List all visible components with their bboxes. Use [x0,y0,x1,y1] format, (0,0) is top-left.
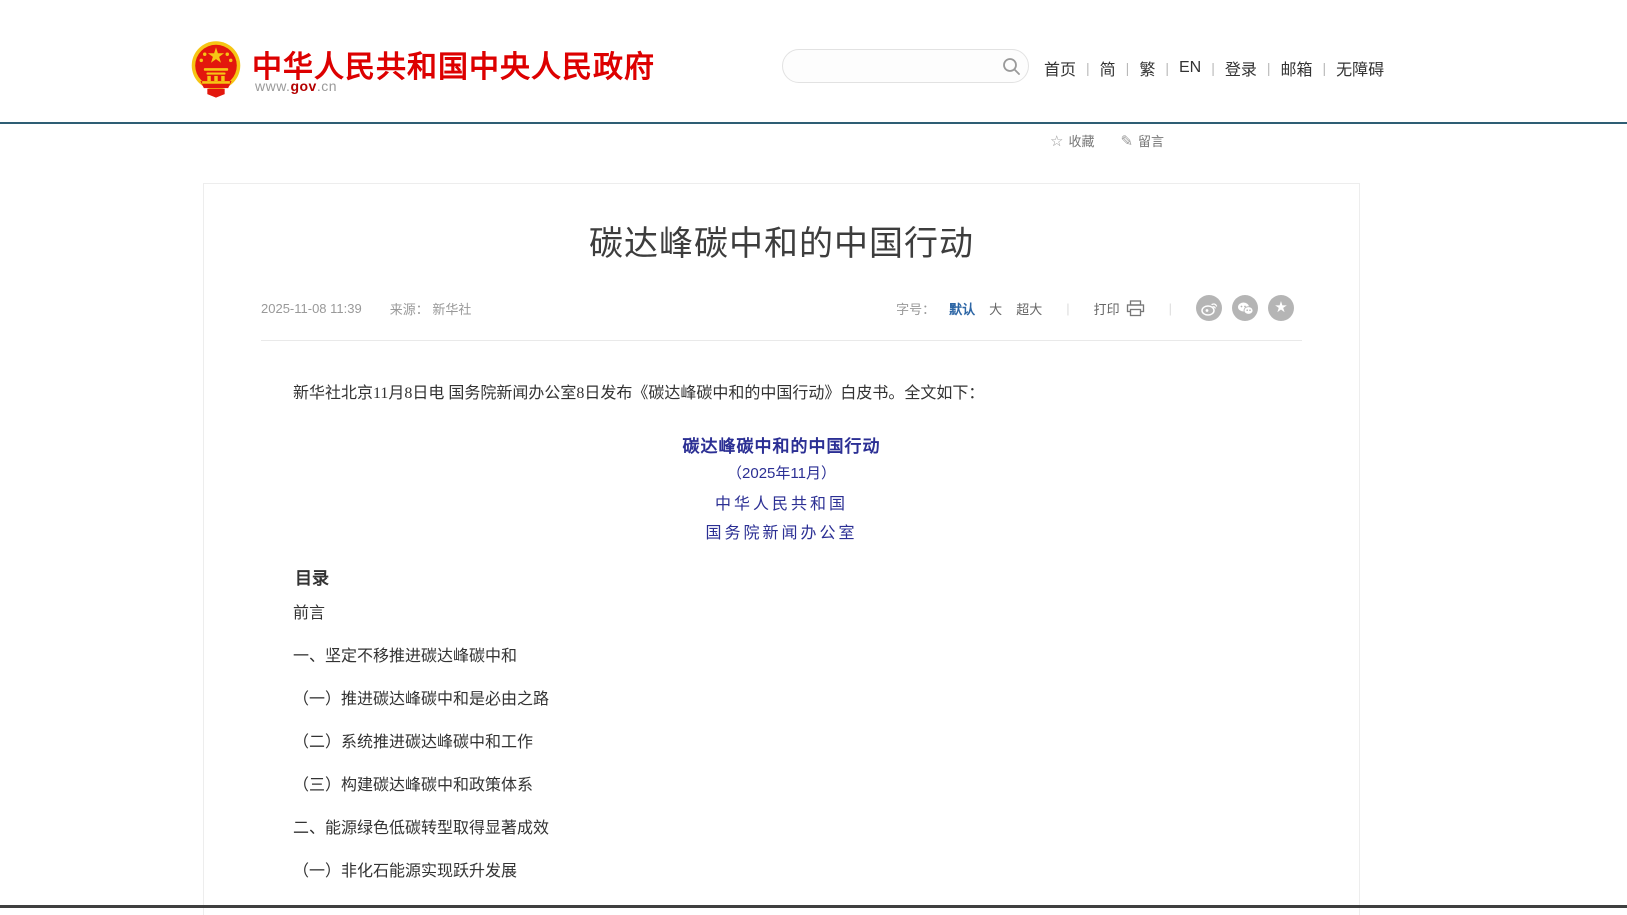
message-label: 留言 [1138,131,1164,150]
meta-separator: | [1169,301,1172,316]
search-icon [1002,57,1021,76]
star-icon: ☆ [1050,132,1063,150]
nav-login[interactable]: 登录 [1225,56,1257,80]
toc: 前言 一、坚定不移推进碳达峰碳中和 （一）推进碳达峰碳中和是必由之路 （二）系统… [261,606,1302,907]
toc-item: （一）推进碳达峰碳中和是必由之路 [261,692,1302,708]
page: 中华人民共和国中央人民政府 www.gov.cn 首页 | 简 | 繁 | EN… [0,0,1627,915]
header-divider [0,122,1627,124]
nav-separator: | [1165,60,1169,76]
nav-separator: | [1211,60,1215,76]
nav-separator: | [1267,60,1271,76]
nav-simplified[interactable]: 简 [1100,56,1116,80]
favorite-button[interactable]: ☆ 收藏 [1050,131,1094,150]
nav-separator: | [1126,60,1130,76]
nav-mail[interactable]: 邮箱 [1281,56,1313,80]
share-more-button[interactable]: ★ [1268,295,1294,321]
weibo-icon [1201,301,1218,316]
search-input[interactable] [783,50,994,82]
national-emblem-logo [190,40,242,98]
meta-left: 2025-11-08 11:39 来源： 新华社 [261,299,471,318]
publish-date: 2025-11-08 11:39 [261,301,362,316]
favorite-label: 收藏 [1068,131,1094,150]
site-header: 中华人民共和国中央人民政府 www.gov.cn 首页 | 简 | 繁 | EN… [0,0,1627,122]
article-title: 碳达峰碳中和的中国行动 [204,220,1359,268]
site-url-cn: .cn [317,78,337,94]
nav-separator: | [1086,60,1090,76]
meta-divider [261,340,1302,341]
wechat-icon [1237,301,1254,316]
nav-home[interactable]: 首页 [1044,56,1076,80]
nav-separator: | [1323,60,1327,76]
doc-org-line2: 国务院新闻办公室 [204,519,1359,543]
toc-item: 前言 [261,606,1302,622]
font-size-label: 字号： [896,299,935,318]
font-size-large[interactable]: 大 [989,299,1002,318]
meta-separator: | [1066,301,1069,316]
share-wechat-button[interactable] [1232,295,1258,321]
share-weibo-button[interactable] [1196,295,1222,321]
doc-org-line1: 中华人民共和国 [204,490,1359,514]
share-star-icon: ★ [1274,295,1287,321]
site-url-gov: gov [290,78,316,94]
article-card: 碳达峰碳中和的中国行动 2025-11-08 11:39 来源： 新华社 字号：… [203,183,1360,915]
top-nav: 首页 | 简 | 繁 | EN | 登录 | 邮箱 | 无障碍 [1044,56,1384,80]
source: 来源： 新华社 [390,299,472,318]
toc-item: 一、坚定不移推进碳达峰碳中和 [261,649,1302,665]
toc-title: 目录 [261,564,1302,589]
search-button[interactable] [994,50,1028,82]
nav-traditional[interactable]: 繁 [1139,56,1155,80]
page-actions: ☆ 收藏 ✎ 留言 [1050,131,1164,150]
nav-english[interactable]: EN [1179,59,1201,77]
lead-paragraph: 新华社北京11月8日电 国务院新闻办公室8日发布《碳达峰碳中和的中国行动》白皮书… [261,381,1302,407]
pencil-icon: ✎ [1120,132,1133,150]
font-size-xlarge[interactable]: 超大 [1016,299,1042,318]
doc-title: 碳达峰碳中和的中国行动 [204,432,1359,457]
message-button[interactable]: ✎ 留言 [1120,131,1164,150]
toc-item: 二、能源绿色低碳转型取得显著成效 [261,821,1302,837]
site-url-www: www. [255,78,290,94]
printer-icon [1126,300,1145,317]
print-button[interactable]: 打印 [1094,299,1145,318]
toc-item: （三）构建碳达峰碳中和政策体系 [261,778,1302,794]
article-meta: 2025-11-08 11:39 来源： 新华社 字号： 默认 大 超大 | 打… [261,296,1294,320]
toc-item: （一）非化石能源实现跃升发展 [261,864,1302,880]
font-size-default[interactable]: 默认 [949,299,975,318]
site-url: www.gov.cn [255,78,337,94]
search-box [782,49,1029,83]
viewport-bottom-edge [0,905,1627,908]
toc-item: （二）系统推进碳达峰碳中和工作 [261,735,1302,751]
nav-accessibility[interactable]: 无障碍 [1336,56,1384,80]
share-icons: ★ [1196,295,1294,321]
print-label: 打印 [1094,299,1120,318]
meta-right: 字号： 默认 大 超大 | 打印 | [896,295,1294,321]
doc-date: （2025年11月） [204,462,1359,483]
